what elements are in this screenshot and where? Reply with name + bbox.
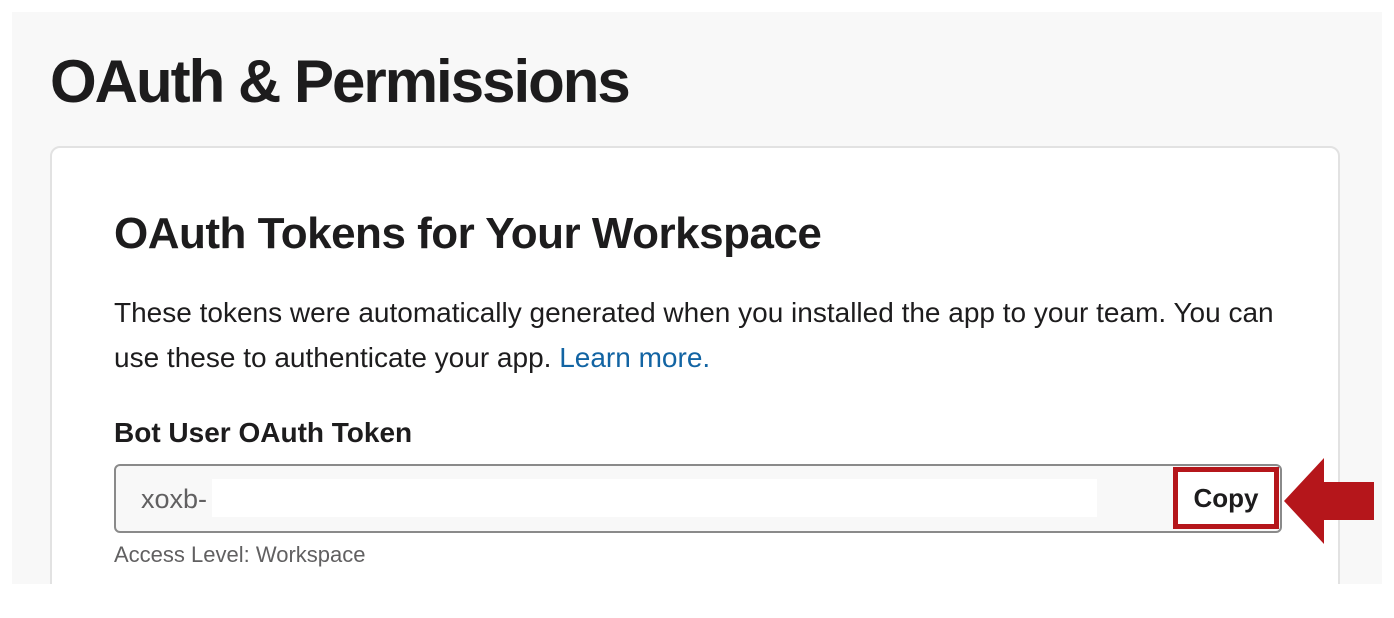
oauth-permissions-page: OAuth & Permissions OAuth Tokens for You… — [12, 12, 1382, 584]
oauth-tokens-card: OAuth Tokens for Your Workspace These to… — [50, 146, 1340, 584]
token-redaction — [212, 479, 1097, 517]
access-level-text: Access Level: Workspace — [114, 542, 366, 567]
arrow-left-icon — [1284, 458, 1374, 544]
token-prefix: xoxb- — [141, 484, 208, 514]
bot-token-label: Bot User OAuth Token — [114, 417, 413, 448]
copy-highlight-box: Copy — [1173, 467, 1279, 529]
page-title: OAuth & Permissions — [50, 48, 631, 115]
arrow-left-shape — [1284, 458, 1374, 544]
card-title: OAuth Tokens for Your Workspace — [114, 209, 822, 258]
card-description: These tokens were automatically generate… — [114, 290, 1294, 380]
copy-button[interactable]: Copy — [1193, 482, 1259, 514]
bot-token-field[interactable]: xoxb- Copy — [114, 464, 1282, 533]
learn-more-link[interactable]: Learn more. — [559, 342, 710, 373]
